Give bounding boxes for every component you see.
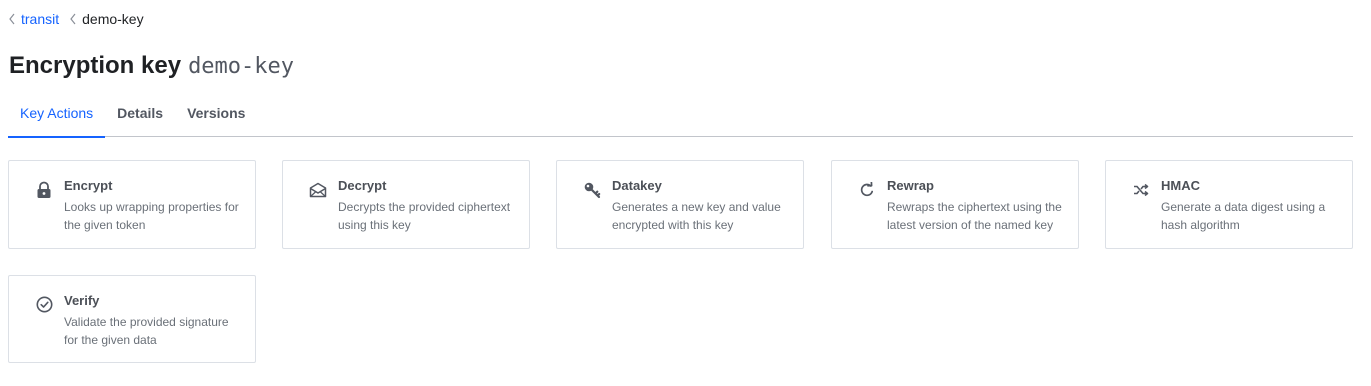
- action-card-description: Decrypts the provided ciphertext using t…: [338, 200, 511, 232]
- key-icon: [583, 181, 601, 199]
- breadcrumb-current: demo-key: [82, 11, 144, 27]
- action-card-description: Rewraps the ciphertext using the latest …: [887, 200, 1062, 232]
- tab-key-actions[interactable]: Key Actions: [8, 92, 106, 138]
- refresh-icon: [858, 181, 876, 199]
- chevron-left-icon: [69, 11, 82, 27]
- action-card-description: Generates a new key and value encrypted …: [612, 200, 781, 232]
- lock-icon: [35, 181, 53, 199]
- action-card-datakey[interactable]: Datakey Generates a new key and value en…: [556, 160, 804, 249]
- breadcrumb-item-current: demo-key: [69, 11, 144, 27]
- action-card-title: Datakey: [612, 178, 662, 193]
- action-card-rewrap[interactable]: Rewrap Rewraps the ciphertext using the …: [831, 160, 1079, 249]
- action-card-description: Looks up wrapping properties for the giv…: [64, 200, 239, 232]
- shuffle-icon: [1132, 181, 1150, 199]
- action-card-encrypt[interactable]: Encrypt Looks up wrapping properties for…: [8, 160, 256, 249]
- page-title: Encryption key demo-key: [9, 52, 294, 80]
- action-card-hmac[interactable]: HMAC Generate a data digest using a hash…: [1105, 160, 1353, 249]
- action-card-verify[interactable]: Verify Validate the provided signature f…: [8, 275, 256, 363]
- action-card-description: Generate a data digest using a hash algo…: [1161, 200, 1326, 232]
- action-card-title: Encrypt: [64, 178, 113, 193]
- action-card-title: HMAC: [1161, 178, 1200, 193]
- action-card-title: Rewrap: [887, 178, 934, 193]
- action-card-description: Validate the provided signature for the …: [64, 315, 229, 347]
- action-card-title: Decrypt: [338, 178, 387, 193]
- breadcrumb: transit demo-key: [8, 11, 144, 27]
- tab-details[interactable]: Details: [105, 92, 175, 137]
- check-circle-icon: [35, 295, 53, 313]
- action-card-title: Verify: [64, 293, 100, 308]
- chevron-left-icon: [8, 11, 21, 27]
- breadcrumb-link[interactable]: transit: [21, 11, 59, 27]
- page-title-text: Encryption key: [9, 52, 182, 79]
- tab-bar: Key Actions Details Versions: [8, 92, 1353, 138]
- tab-versions[interactable]: Versions: [175, 92, 257, 137]
- page: transit demo-key Encryption key demo-key…: [0, 0, 1371, 386]
- envelope-open-icon: [309, 181, 327, 199]
- action-card-decrypt[interactable]: Decrypt Decrypts the provided ciphertext…: [282, 160, 530, 249]
- page-title-key-name: demo-key: [188, 54, 295, 79]
- breadcrumb-item-transit[interactable]: transit: [8, 11, 59, 27]
